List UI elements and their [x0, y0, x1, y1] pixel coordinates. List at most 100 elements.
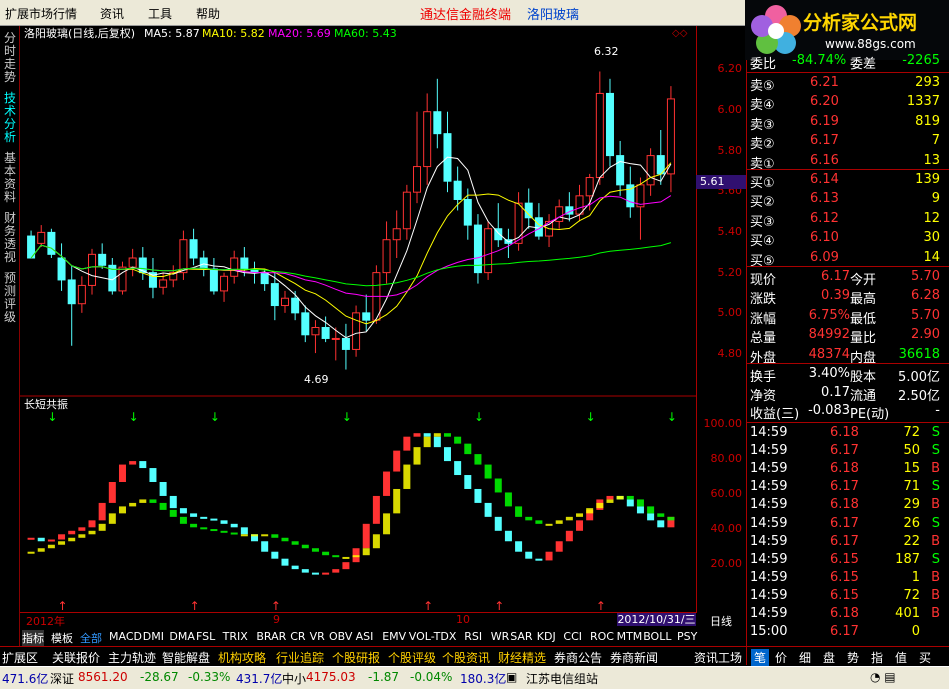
indicator-tab[interactable]: TRIX: [223, 630, 248, 643]
bottom-tab[interactable]: 主力轨迹: [108, 649, 156, 666]
indicator-bar: [383, 471, 391, 496]
up-arrow-icon: ↑: [423, 599, 433, 613]
indicator-fast-bar: [474, 454, 482, 465]
logo-url: www.88gs.com: [825, 37, 916, 51]
indicator-tab[interactable]: RSI: [464, 630, 482, 643]
indicator-tab[interactable]: 指标: [22, 630, 44, 646]
indicator-bar: [342, 562, 350, 570]
indicator-tab[interactable]: VOL-TDX: [409, 630, 457, 643]
candle-body: [341, 337, 350, 350]
candle-body: [47, 231, 56, 255]
bottom-tab[interactable]: 券商新闻: [610, 649, 658, 666]
kline-chart[interactable]: 洛阳玻璃(日线,后复权) MA5: 5.87 MA10: 5.82 MA20: …: [20, 26, 696, 626]
indicator-tab[interactable]: FSL: [196, 630, 215, 643]
indicator-fast-bar: [616, 495, 624, 500]
station-name[interactable]: 江苏电信组站: [526, 670, 598, 687]
indicator-tab[interactable]: KDJ: [537, 630, 556, 643]
candle-body: [67, 279, 76, 305]
bottom-tab[interactable]: 扩展区: [2, 649, 38, 666]
indicator-fast-bar: [301, 544, 309, 549]
bottom-tab[interactable]: 机构攻略: [218, 649, 266, 666]
indicator-tab[interactable]: OBV: [329, 630, 352, 643]
candle-body: [585, 177, 594, 197]
indicator-tab[interactable]: CCI: [563, 630, 582, 643]
indicator-bar: [311, 572, 319, 575]
indicator-fast-bar: [423, 436, 431, 448]
indicator-tab[interactable]: DMA: [169, 630, 195, 643]
tray-icon[interactable]: ◔ ▤: [870, 670, 896, 684]
detail-tab[interactable]: 细: [799, 649, 811, 666]
detail-tab[interactable]: 值: [895, 649, 907, 666]
bottom-tabs: 扩展区 关联报价 主力轨迹 智能解盘 机构攻略 行业追踪 个股研报 个股评级 个股资讯 财经精选券…: [0, 646, 746, 665]
period-selector[interactable]: 日线: [696, 613, 746, 628]
tab-finance[interactable]: 财务透视: [2, 212, 18, 268]
detail-tab[interactable]: 买: [919, 649, 931, 666]
candle-body: [179, 239, 188, 274]
indicator-bar: [322, 572, 330, 575]
indicator-tab[interactable]: EMV: [382, 630, 406, 643]
indicator-fast-bar: [251, 534, 259, 537]
indicator-bar: [230, 523, 238, 528]
indicator-bar: [88, 520, 96, 528]
detail-tab[interactable]: 指: [871, 649, 883, 666]
down-arrow-icon: ↓: [129, 410, 139, 424]
bottom-tab[interactable]: 关联报价: [52, 649, 100, 666]
detail-tab[interactable]: 价: [775, 649, 787, 666]
ma20-line: [30, 195, 672, 297]
indicator-fast-bar: [118, 506, 126, 514]
indicator-tab[interactable]: SAR: [510, 630, 532, 643]
indicator-tab[interactable]: BRAR: [256, 630, 286, 643]
zx-index: 4175.03: [306, 670, 356, 684]
indicator-tab[interactable]: 模板: [51, 630, 73, 646]
quote-row: 净资 0.17 流通 2.50亿: [750, 384, 940, 404]
date-axis: 2012年 9 10: [20, 612, 696, 628]
indicator-fast-bar: [636, 499, 644, 507]
indicator-bar: [291, 565, 299, 570]
bottom-tab[interactable]: 个股资讯: [442, 649, 490, 666]
bottom-tab[interactable]: 智能解盘: [162, 649, 210, 666]
candle-body: [240, 257, 249, 270]
indicator-fast-bar: [535, 520, 543, 524]
detail-tab[interactable]: 势: [847, 649, 859, 666]
quote-row: 15:00 6.17 0: [750, 624, 920, 640]
bottom-tab[interactable]: 财经精选: [498, 649, 546, 666]
menu-news[interactable]: 资讯: [100, 5, 124, 22]
detail-tab[interactable]: 盘: [823, 649, 835, 666]
indicator-bar: [281, 558, 289, 566]
menu-tools[interactable]: 工具: [148, 5, 172, 22]
indicator-tab[interactable]: PSY: [677, 630, 697, 643]
menu-extended-market[interactable]: 扩展市场行情: [5, 5, 77, 22]
indicator-tab[interactable]: MACD: [109, 630, 142, 643]
indicator-tab[interactable]: 全部: [80, 630, 102, 646]
ind-tick: 40.00: [710, 522, 743, 535]
indicator-fast-bar: [393, 488, 401, 514]
site-logo: 分析家公式网 www.88gs.com: [745, 0, 949, 60]
indicator-tab[interactable]: CR: [290, 630, 305, 643]
indicator-tab[interactable]: BOLL: [643, 630, 671, 643]
bottom-tab[interactable]: 券商公告: [554, 649, 602, 666]
indicator-tab[interactable]: VR: [310, 630, 325, 643]
indicator-tab[interactable]: DMI: [143, 630, 164, 643]
bottom-tab[interactable]: 资讯工场: [694, 649, 742, 666]
indicator-fast-bar: [149, 499, 157, 503]
indicator-bar: [190, 513, 198, 517]
indicator-bar: [271, 551, 279, 559]
indicator-tab[interactable]: ROC: [590, 630, 614, 643]
bottom-tab[interactable]: 行业追踪: [276, 649, 324, 666]
menu-help[interactable]: 帮助: [196, 5, 220, 22]
logo-title: 分析家公式网: [803, 12, 918, 34]
indicator-tab[interactable]: MTM: [617, 630, 643, 643]
indicator-fast-bar: [606, 499, 614, 503]
bottom-tab[interactable]: 个股评级: [388, 649, 436, 666]
tab-technical[interactable]: 技术分析: [2, 92, 18, 148]
indicator-tab[interactable]: ASI: [356, 630, 374, 643]
tab-intraday[interactable]: 分时走势: [2, 32, 18, 88]
indicator-fast-bar: [88, 530, 96, 535]
indicator-tab[interactable]: WR: [491, 630, 510, 643]
tab-fundamentals[interactable]: 基本资料: [2, 152, 18, 208]
tab-forecast[interactable]: 预测评级: [2, 272, 18, 328]
candle-body: [362, 312, 371, 321]
detail-tab[interactable]: 笔: [751, 649, 770, 666]
diamond-icon[interactable]: ◇◇: [672, 28, 688, 39]
bottom-tab[interactable]: 个股研报: [332, 649, 380, 666]
